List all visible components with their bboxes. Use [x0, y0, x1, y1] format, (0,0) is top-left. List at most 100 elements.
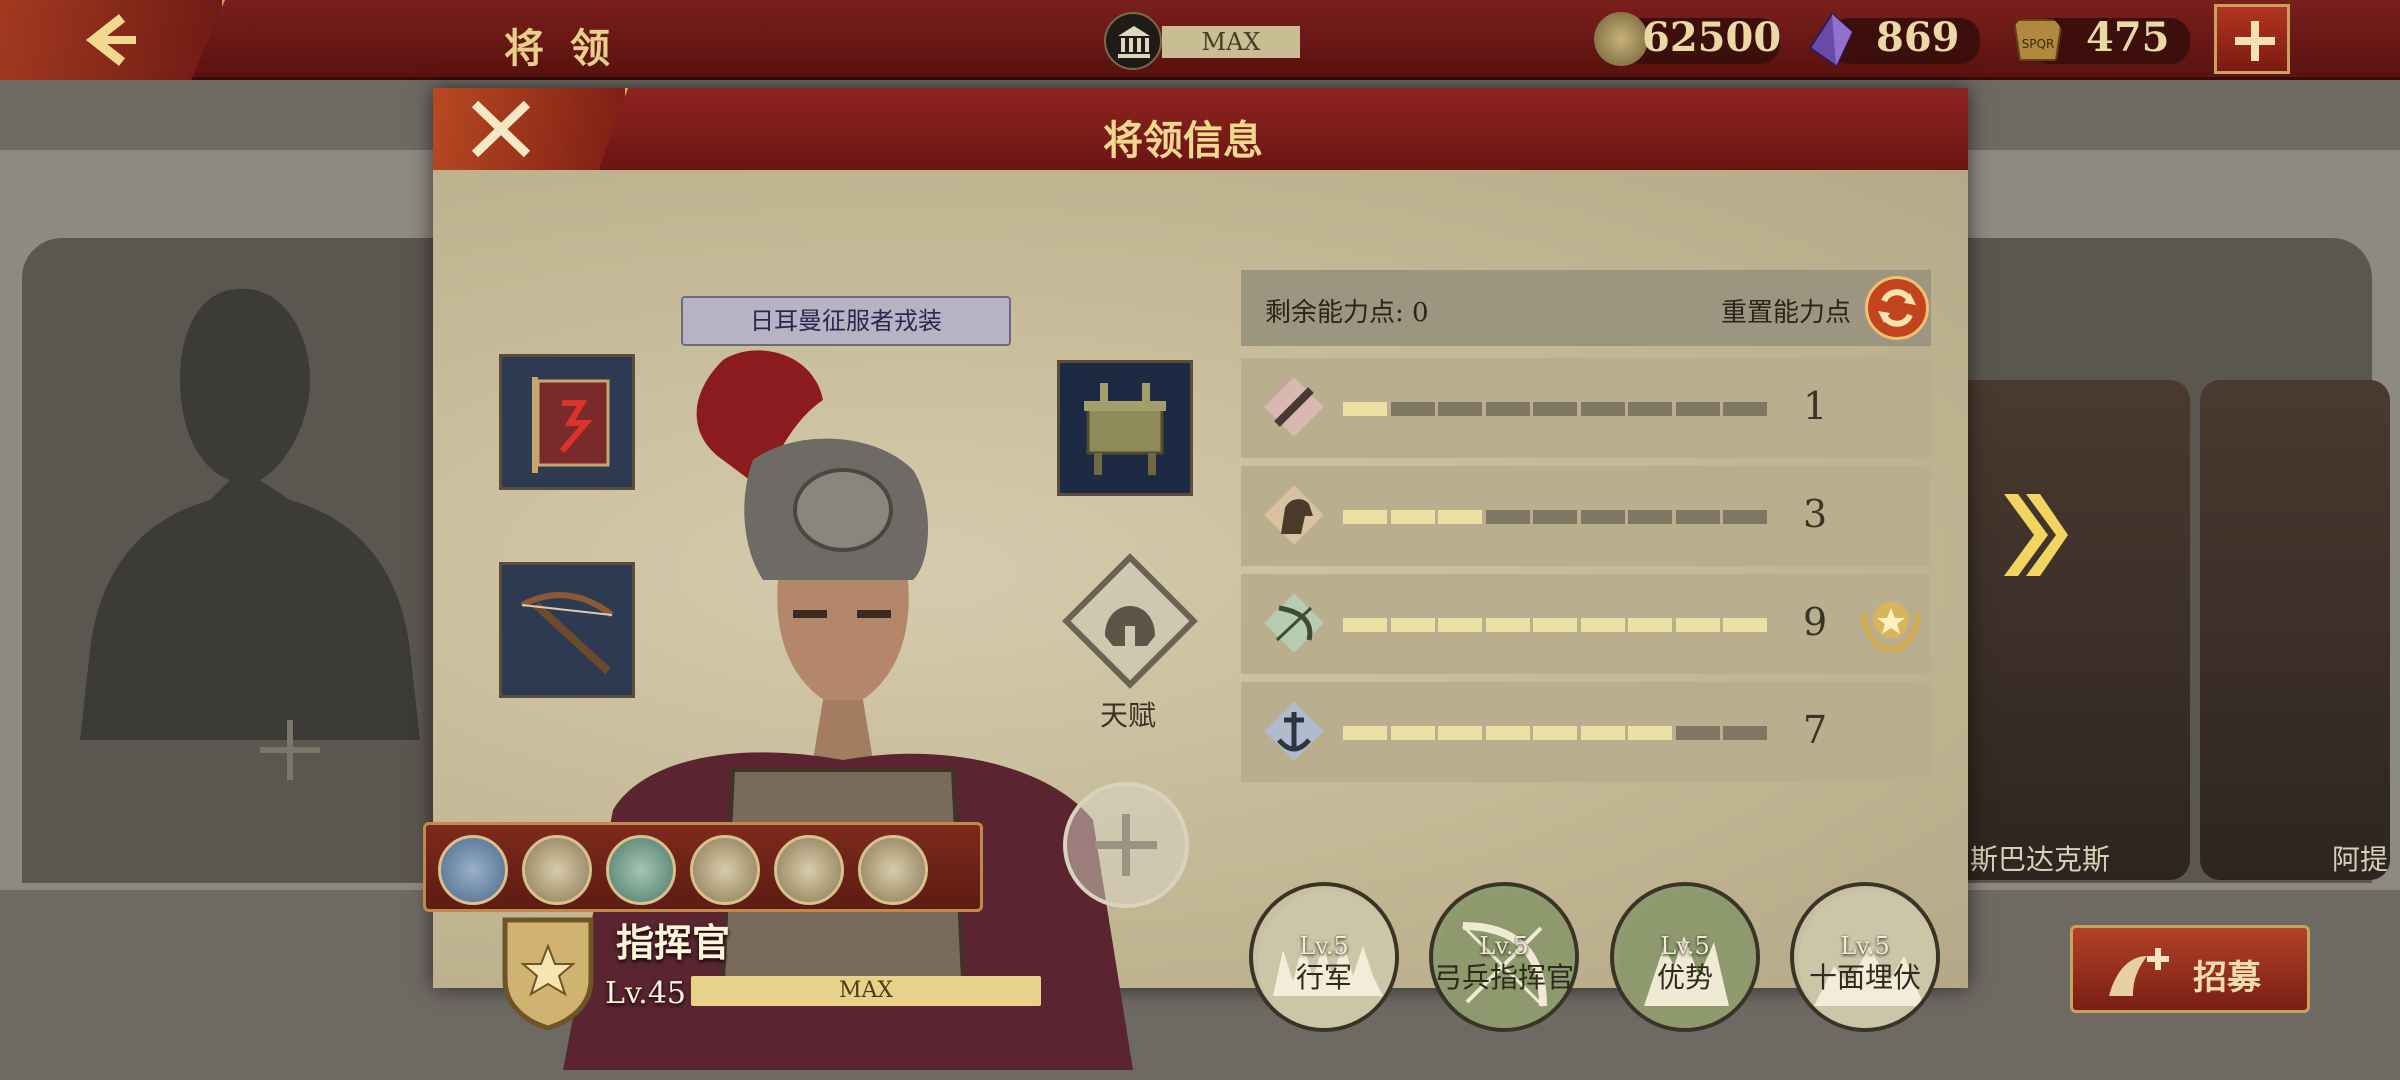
stat-bar-segment [1533, 726, 1577, 740]
stat-bar-segment [1723, 618, 1767, 632]
stat-bar-segment [1390, 618, 1435, 632]
stat-bar-segment [1628, 510, 1672, 524]
stat-bar-segment [1390, 726, 1435, 740]
stat-bar-segment [1533, 510, 1577, 524]
refresh-icon [1878, 289, 1916, 327]
equip-slot-banner[interactable] [499, 354, 635, 490]
stat-bar-segment [1390, 402, 1435, 416]
stat-bar-segment [1580, 402, 1625, 416]
stat-bar-segment [1533, 618, 1577, 632]
back-button[interactable] [0, 0, 225, 80]
gem-icon [1808, 12, 1854, 66]
stat-bar-segment [1343, 726, 1387, 740]
badge-icon-3[interactable] [606, 835, 676, 905]
max-star-laurel-icon [1861, 602, 1921, 653]
stat-row-attack: 1 [1241, 358, 1931, 458]
ability-points-bar: 剩余能力点: 0 重置能力点 [1241, 270, 1931, 346]
stat-bar-segment [1675, 618, 1720, 632]
rank-level: Lv.45 [605, 976, 687, 1011]
top-bar: 将 领 MAX 62500 869 SPQR 475 [0, 0, 2400, 80]
buy-resources-button[interactable] [2214, 4, 2290, 74]
skill-name-ambush: 十面埋伏 [1808, 961, 1921, 994]
stat-bar-segment [1485, 726, 1530, 740]
hero-name-attila: 阿提 [2332, 843, 2389, 876]
stat-bar-segment [1485, 402, 1530, 416]
add-hero-icon[interactable] [260, 720, 320, 780]
equip-slot-crossbow[interactable] [499, 562, 635, 698]
stat-value-cavalry: 3 [1803, 492, 1828, 536]
close-icon [471, 100, 531, 158]
stat-bar-segment [1675, 510, 1720, 524]
stat-bar-segment [1438, 402, 1482, 416]
badge-icon-1[interactable] [438, 835, 508, 905]
stat-bar-segment [1675, 402, 1720, 416]
stat-bar-segment [1628, 618, 1672, 632]
stat-bar-archery [1343, 618, 1767, 632]
hero-card-spartacus[interactable] [1950, 380, 2190, 880]
stat-bar-segment [1485, 510, 1530, 524]
laurel-plus-icon [2109, 948, 2169, 996]
empty-hero-slot-silhouette[interactable] [60, 270, 440, 740]
token-value: 475 [2086, 14, 2170, 61]
add-talent-button[interactable] [1063, 782, 1189, 908]
equip-slot-treasure[interactable] [1057, 360, 1193, 496]
rank-progress-bar: MAX [691, 976, 1041, 1006]
stat-value-navy: 7 [1803, 708, 1828, 752]
building-icon[interactable] [1104, 12, 1162, 70]
stat-bar-segment [1723, 726, 1767, 740]
spqr-token-icon: SPQR [2012, 19, 2064, 61]
close-button[interactable] [433, 88, 628, 170]
stat-bar-navy [1343, 726, 1767, 740]
talent-helmet-icon[interactable] [1055, 546, 1205, 696]
stat-bar-segment [1580, 510, 1625, 524]
page-title: 将 领 [504, 25, 616, 72]
skin-name[interactable]: 日耳曼征服者戎装 [681, 296, 1011, 346]
general-info-panel: 将领信息 日耳曼征服者戎装 天赋 指挥官 Lv.45 MAX 剩余能力点: 0 … [423, 88, 1968, 1070]
stat-bar-segment [1533, 402, 1577, 416]
stat-row-navy: 7 [1241, 682, 1931, 782]
coin-icon [1594, 12, 1648, 66]
stat-bar-segment [1580, 726, 1625, 740]
stat-bar-segment [1675, 726, 1720, 740]
crossbow-icon [520, 592, 614, 674]
hero-name-spartacus: 斯巴达克斯 [1970, 843, 2111, 876]
stat-value-attack: 1 [1803, 384, 1828, 428]
banner-icon [532, 377, 610, 473]
badge-icon-6[interactable] [858, 835, 928, 905]
stat-bar-cavalry [1343, 510, 1767, 524]
recruit-label: 招募 [2193, 958, 2261, 998]
stat-bar-segment [1723, 510, 1767, 524]
stat-bar-segment [1485, 618, 1530, 632]
reset-points-label: 重置能力点 [1721, 298, 1852, 328]
talent-label: 天赋 [1099, 699, 1156, 732]
stat-bar-segment [1580, 618, 1625, 632]
stat-bar-segment [1390, 510, 1435, 524]
bronze-cauldron-icon [1084, 383, 1166, 475]
stat-bar-attack [1343, 402, 1767, 416]
stat-value-archery: 9 [1803, 600, 1828, 644]
stat-row-cavalry: 3 [1241, 466, 1931, 566]
next-hero-arrow-icon[interactable] [2000, 490, 2070, 580]
badge-icon-4[interactable] [690, 835, 760, 905]
sword-icon [1264, 377, 1324, 437]
stat-row-archery: 9 [1241, 574, 1931, 674]
stat-bar-segment [1343, 618, 1387, 632]
back-arrow-icon [85, 14, 136, 66]
badge-icon-5[interactable] [774, 835, 844, 905]
stat-bar-segment [1628, 726, 1672, 740]
badge-strip [423, 822, 983, 912]
coin-value: 62500 [1642, 14, 1782, 61]
badge-icon-2[interactable] [522, 835, 592, 905]
hero-card-attila[interactable] [2200, 380, 2390, 880]
stat-bar-segment [1438, 726, 1482, 740]
bow-icon [1264, 593, 1324, 653]
stat-bar-segment [1628, 402, 1672, 416]
recruit-button[interactable]: 招募 [2070, 925, 2310, 1013]
rank-name: 指挥官 [616, 920, 731, 965]
horse-icon [1264, 485, 1324, 545]
building-level: MAX [1162, 26, 1300, 58]
reset-points-button[interactable] [1865, 276, 1929, 340]
anchor-icon [1264, 701, 1324, 761]
svg-text:SPQR: SPQR [2022, 37, 2055, 51]
remaining-points: 剩余能力点: 0 [1265, 298, 1429, 328]
